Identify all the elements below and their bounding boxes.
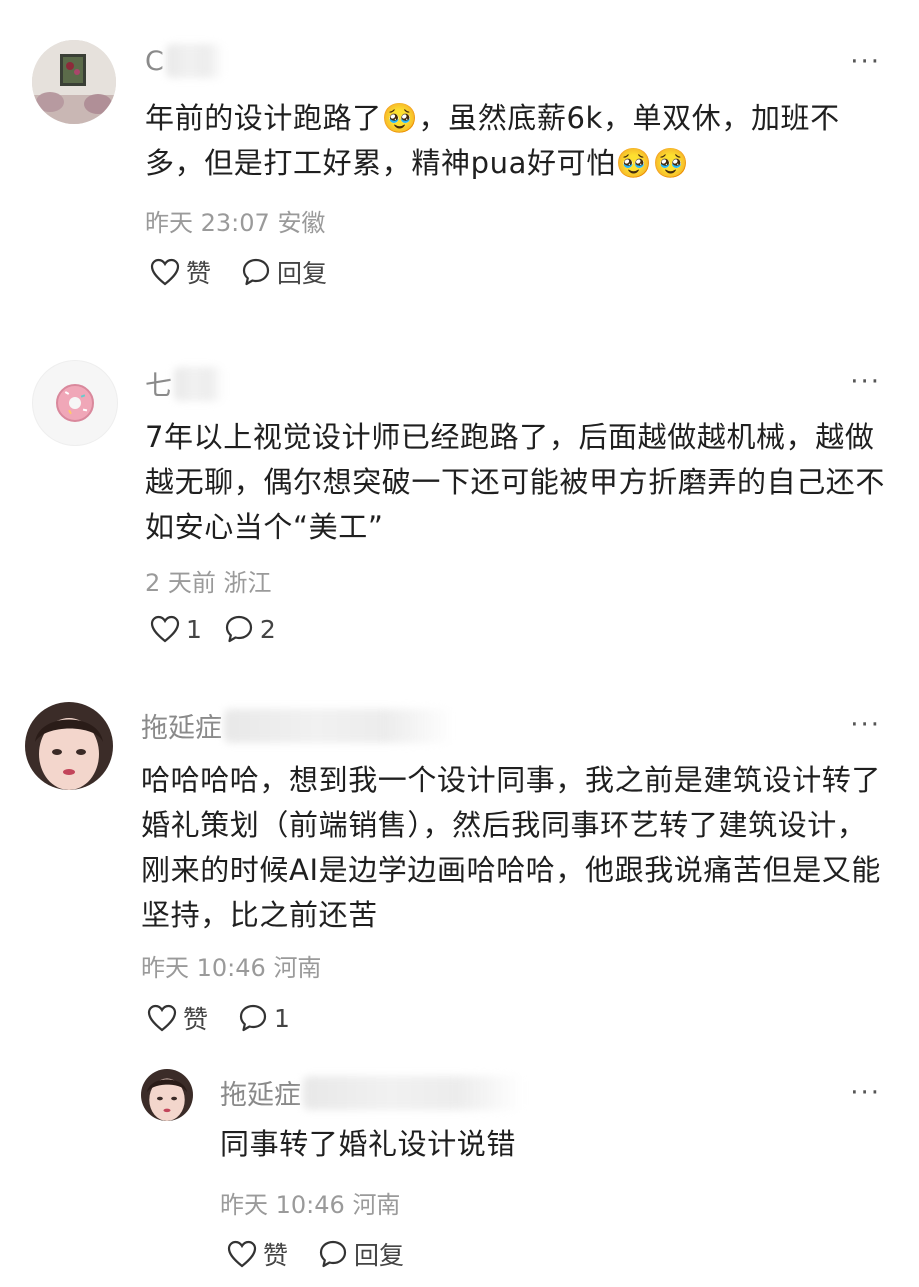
reply-button[interactable]: 2: [224, 614, 276, 644]
blurred-name: [174, 366, 224, 401]
comment-location: 安徽: [277, 209, 326, 237]
comment-bubble-icon: [242, 258, 270, 286]
like-button[interactable]: 赞: [147, 1000, 208, 1036]
reply-count: 1: [274, 1003, 290, 1033]
heart-icon: [147, 1004, 177, 1032]
blurred-name: [224, 708, 454, 743]
blurred-name: [165, 44, 224, 78]
reply-count: 2: [259, 614, 276, 644]
comment-time: 昨天 10:46: [141, 954, 266, 982]
more-options-icon[interactable]: ···: [850, 369, 881, 395]
heart-icon: [227, 1240, 257, 1268]
like-label: 赞: [186, 259, 212, 288]
more-options-icon[interactable]: ···: [850, 49, 881, 75]
avatar[interactable]: [25, 702, 113, 790]
reply-button[interactable]: 回复: [241, 254, 327, 290]
comment-text: 哈哈哈哈，想到我一个设计同事，我之前是建筑设计转了婚礼策划（前端销售），然后我同…: [141, 763, 882, 932]
like-button[interactable]: 1: [150, 615, 202, 644]
blurred-name: [303, 1075, 523, 1110]
comment-location: 河南: [273, 954, 322, 982]
comment-bubble-icon: [225, 615, 253, 643]
reply-label: 回复: [277, 259, 328, 288]
comment-time: 昨天 23:07: [145, 209, 270, 237]
avatar[interactable]: [32, 40, 116, 124]
reply-location: 河南: [352, 1191, 401, 1219]
commenter-name[interactable]: C: [145, 46, 164, 77]
comment-bubble-icon: [319, 1240, 347, 1268]
comment-location: 浙江: [223, 569, 272, 597]
like-count: 1: [186, 614, 202, 644]
girl-face-photo: [141, 1069, 193, 1121]
like-label: 赞: [263, 1241, 289, 1270]
comment-text: 年前的设计跑路了🥹，虽然底薪6k，单双休，加班不多，但是打工好累，精神pua好可…: [145, 101, 840, 180]
reply-button[interactable]: 回复: [318, 1236, 404, 1272]
commenter-name[interactable]: 七: [145, 364, 172, 403]
commenter-name[interactable]: 拖延症: [141, 706, 222, 745]
comment-time: 2 天前: [145, 569, 216, 597]
donut-icon: [56, 384, 94, 422]
reply-button[interactable]: 1: [238, 1003, 290, 1033]
more-options-icon[interactable]: ···: [850, 712, 881, 738]
comment-text: 7年以上视觉设计师已经跑路了，后面越做越机械，越做越无聊，偶尔想突破一下还可能被…: [145, 420, 886, 544]
reply-text: 同事转了婚礼设计说错: [220, 1127, 517, 1161]
like-button[interactable]: 赞: [227, 1236, 288, 1272]
reply-label: 回复: [354, 1241, 405, 1270]
commenter-name[interactable]: 拖延症: [220, 1073, 301, 1112]
avatar[interactable]: [141, 1069, 193, 1121]
heart-icon: [150, 258, 180, 286]
more-options-icon[interactable]: ···: [850, 1080, 881, 1106]
like-label: 赞: [183, 1005, 209, 1034]
reply-time: 昨天 10:46: [220, 1191, 345, 1219]
painting-room-photo: [32, 40, 116, 124]
avatar[interactable]: [32, 360, 118, 446]
girl-face-photo: [25, 702, 113, 790]
comment-bubble-icon: [239, 1004, 267, 1032]
heart-icon: [150, 615, 180, 643]
like-button[interactable]: 赞: [150, 254, 211, 290]
